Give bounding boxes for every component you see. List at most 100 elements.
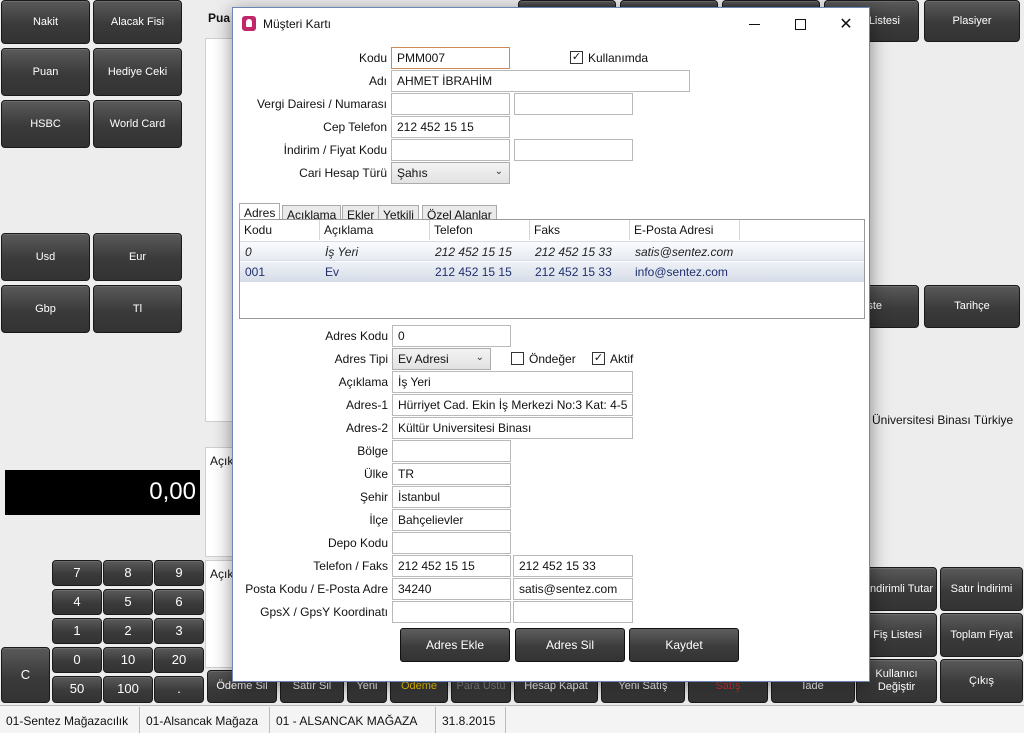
description-input[interactable]: İş Yeri (392, 371, 633, 393)
phone-input[interactable]: 212 452 15 15 (392, 555, 511, 577)
col-email[interactable]: E-Posta Adresi (630, 220, 740, 240)
row-fax: 212 452 15 33 (535, 245, 612, 259)
chevron-down-icon: ⌄ (494, 166, 503, 177)
close-icon[interactable]: ✕ (823, 8, 869, 40)
address-code-label: Adres Kodu (325, 329, 388, 343)
row-discount-button[interactable]: Satır İndirimi (940, 567, 1023, 611)
table-row[interactable]: 001 Ev 212 452 15 15 212 452 15 33 info@… (240, 262, 864, 282)
region-input[interactable] (392, 440, 511, 462)
discount-input[interactable] (391, 139, 510, 161)
fax-input[interactable]: 212 452 15 33 (513, 555, 633, 577)
status-company: 01-Sentez Mağazacılık (0, 707, 140, 733)
mobile-label: Cep Telefon (323, 120, 387, 134)
price-code-input[interactable] (514, 139, 633, 161)
numpad-8[interactable]: 8 (103, 560, 153, 586)
pay-worldcard-button[interactable]: World Card (93, 100, 182, 148)
address-code-input[interactable]: 0 (392, 325, 511, 347)
numpad-clear[interactable]: C (1, 647, 50, 703)
address-type-label: Adres Tipi (334, 352, 388, 366)
salesperson-button[interactable]: Plasiyer (924, 0, 1020, 42)
numpad-9[interactable]: 9 (154, 560, 204, 586)
table-row[interactable]: 0 İş Yeri 212 452 15 15 212 452 15 33 sa… (240, 241, 864, 261)
currency-usd-button[interactable]: Usd (1, 233, 90, 281)
gpsx-input[interactable] (392, 601, 511, 623)
tax-office-input[interactable] (391, 93, 510, 115)
discount-label: İndirim / Fiyat Kodu (283, 143, 387, 157)
numpad-0[interactable]: 0 (52, 647, 102, 673)
address1-label: Adres-1 (345, 398, 388, 412)
maximize-icon[interactable] (777, 8, 823, 40)
status-store: 01-Alsancak Mağaza (140, 707, 270, 733)
pay-gift-voucher-button[interactable]: Hediye Ceki (93, 48, 182, 96)
code-input[interactable]: PMM007 (391, 47, 510, 69)
numpad-7[interactable]: 7 (52, 560, 102, 586)
note-label-1: Açık (210, 454, 234, 468)
col-code[interactable]: Kodu (240, 220, 320, 240)
col-phone[interactable]: Telefon (430, 220, 530, 240)
default-checkbox[interactable] (511, 352, 524, 365)
gpsy-input[interactable] (513, 601, 633, 623)
exit-button[interactable]: Çıkış (940, 659, 1023, 703)
district-input[interactable]: Bahçelievler (392, 509, 511, 531)
city-input[interactable]: İstanbul (392, 486, 511, 508)
address-type-select[interactable]: Ev Adresi ⌄ (392, 348, 491, 370)
country-label: Ülke (363, 467, 388, 481)
warehouse-code-input[interactable] (392, 532, 511, 554)
row-email: info@sentez.com (635, 265, 728, 279)
numpad-20[interactable]: 20 (154, 647, 204, 673)
mobile-input[interactable]: 212 452 15 15 (391, 116, 510, 138)
currency-tl-button[interactable]: Tl (93, 285, 182, 333)
address2-input[interactable]: Kültür Universitesi Binası (392, 417, 633, 439)
postcode-input[interactable]: 34240 (392, 578, 511, 600)
numpad-10[interactable]: 10 (103, 647, 153, 673)
row-description: İş Yeri (325, 245, 359, 259)
app-icon (242, 16, 256, 31)
numpad-3[interactable]: 3 (154, 618, 204, 644)
numpad-dot[interactable]: . (154, 676, 204, 703)
email-input[interactable]: satis@sentez.com (513, 578, 633, 600)
total-price-button[interactable]: Toplam Fiyat (940, 613, 1023, 657)
currency-eur-button[interactable]: Eur (93, 233, 182, 281)
name-input[interactable]: AHMET İBRAHİM (391, 70, 690, 92)
status-register: 01 - ALSANCAK MAĞAZA (270, 707, 436, 733)
in-use-checkbox[interactable]: ✓ (570, 51, 583, 64)
pay-points-button[interactable]: Puan (1, 48, 90, 96)
note-label-2: Açık (210, 567, 234, 581)
history-button[interactable]: Tarihçe (924, 285, 1020, 328)
row-phone: 212 452 15 15 (435, 245, 512, 259)
note-panel-1: Açık (205, 447, 235, 557)
address1-input[interactable]: Hürriyet Cad. Ekin İş Merkezi No:3 Kat: … (392, 394, 633, 416)
numpad-5[interactable]: 5 (103, 589, 153, 615)
name-label: Adı (368, 74, 387, 88)
note-panel-2: Açık (205, 560, 235, 668)
active-checkbox[interactable]: ✓ (592, 352, 605, 365)
numpad-50[interactable]: 50 (52, 676, 102, 703)
numpad-1[interactable]: 1 (52, 618, 102, 644)
numpad-4[interactable]: 4 (52, 589, 102, 615)
tax-office-label: Vergi Dairesi / Numarası (256, 97, 387, 111)
address-grid: Kodu Açıklama Telefon Faks E-Posta Adres… (239, 219, 865, 319)
pay-credit-note-button[interactable]: Alacak Fisi (93, 0, 182, 44)
row-description: Ev (325, 265, 340, 279)
minimize-icon[interactable] (731, 8, 777, 40)
pay-cash-button[interactable]: Nakit (1, 0, 90, 44)
col-fax[interactable]: Faks (530, 220, 630, 240)
col-description[interactable]: Açıklama (320, 220, 430, 240)
delete-address-button[interactable]: Adres Sil (515, 628, 625, 662)
tax-number-input[interactable] (514, 93, 633, 115)
address-text: Üniversitesi Binası Türkiye (872, 413, 1014, 427)
save-button[interactable]: Kaydet (629, 628, 739, 662)
warehouse-code-label: Depo Kodu (327, 536, 388, 550)
account-type-select[interactable]: Şahıs ⌄ (391, 162, 510, 184)
numpad-2[interactable]: 2 (103, 618, 153, 644)
pay-hsbc-button[interactable]: HSBC (1, 100, 90, 148)
points-label: Pua (208, 11, 231, 25)
country-input[interactable]: TR (392, 463, 511, 485)
currency-gbp-button[interactable]: Gbp (1, 285, 90, 333)
numpad-100[interactable]: 100 (103, 676, 153, 703)
dialog-titlebar[interactable]: Müşteri Kartı ✕ (233, 8, 869, 40)
add-address-button[interactable]: Adres Ekle (400, 628, 510, 662)
numpad-6[interactable]: 6 (154, 589, 204, 615)
address-type-value: Ev Adresi (398, 352, 449, 366)
chevron-down-icon: ⌄ (475, 352, 484, 363)
